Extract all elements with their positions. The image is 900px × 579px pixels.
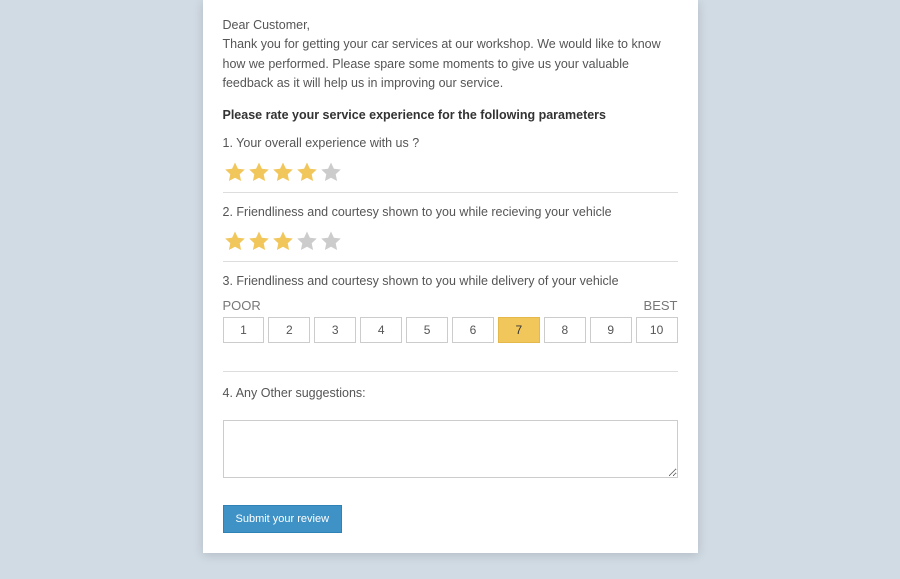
intro-text: Dear Customer, Thank you for getting you… [223,16,678,94]
star-icon[interactable] [295,160,319,184]
scale-option-6[interactable]: 6 [452,317,494,343]
scale-max-label: BEST [644,298,678,313]
section-heading: Please rate your service experience for … [223,108,678,122]
scale-option-9[interactable]: 9 [590,317,632,343]
star-icon[interactable] [271,160,295,184]
scale-min-label: POOR [223,298,261,313]
scale-option-7[interactable]: 7 [498,317,540,343]
star-icon[interactable] [271,229,295,253]
question-3-scale: 12345678910 [223,317,678,343]
scale-option-4[interactable]: 4 [360,317,402,343]
scale-option-5[interactable]: 5 [406,317,448,343]
question-1-label: 1. Your overall experience with us ? [223,136,678,150]
scale-option-8[interactable]: 8 [544,317,586,343]
star-icon[interactable] [223,160,247,184]
star-icon[interactable] [223,229,247,253]
star-icon[interactable] [247,229,271,253]
divider [223,371,678,372]
suggestions-textarea[interactable] [223,420,678,478]
divider [223,192,678,193]
star-icon[interactable] [319,229,343,253]
scale-option-2[interactable]: 2 [268,317,310,343]
feedback-form-card: Dear Customer, Thank you for getting you… [203,0,698,553]
scale-option-3[interactable]: 3 [314,317,356,343]
question-4-label: 4. Any Other suggestions: [223,386,678,400]
scale-labels: POOR BEST [223,298,678,313]
submit-button[interactable]: Submit your review [223,505,343,533]
star-icon[interactable] [319,160,343,184]
scale-option-1[interactable]: 1 [223,317,265,343]
star-icon[interactable] [295,229,319,253]
question-2-stars [223,229,678,253]
scale-option-10[interactable]: 10 [636,317,678,343]
question-1-stars [223,160,678,184]
star-icon[interactable] [247,160,271,184]
greeting: Dear Customer, [223,18,311,32]
question-2-label: 2. Friendliness and courtesy shown to yo… [223,205,678,219]
divider [223,261,678,262]
question-3-label: 3. Friendliness and courtesy shown to yo… [223,274,678,288]
intro-body: Thank you for getting your car services … [223,37,661,90]
